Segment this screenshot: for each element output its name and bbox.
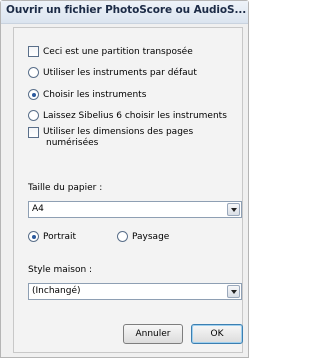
- orientation-portrait-label: Portrait: [43, 232, 77, 242]
- scanned-dimensions-checkbox[interactable]: [28, 127, 39, 138]
- transposed-score-checkbox[interactable]: [28, 46, 39, 57]
- title-bar[interactable]: Ouvrir un fichier PhotoScore ou AudioS..…: [1, 1, 248, 24]
- dialog-title: Ouvrir un fichier PhotoScore ou AudioS..…: [6, 4, 247, 16]
- instrument-default-option[interactable]: Utiliser les instruments par défaut: [28, 67, 197, 79]
- house-style-label: Style maison :: [28, 265, 93, 275]
- orientation-landscape-label: Paysage: [132, 232, 170, 242]
- instrument-default-radio[interactable]: [28, 67, 39, 78]
- instrument-choose-radio[interactable]: [28, 89, 39, 100]
- scanned-dimensions-label: Utiliser les dimensions des pages numéri…: [43, 127, 193, 149]
- cancel-button[interactable]: Annuler: [123, 324, 183, 344]
- orientation-landscape-radio[interactable]: [117, 231, 128, 242]
- paper-size-value: A4: [32, 204, 44, 214]
- paper-size-select[interactable]: A4: [28, 201, 242, 218]
- instrument-default-label: Utiliser les instruments par défaut: [43, 68, 197, 78]
- instrument-choose-label: Choisir les instruments: [43, 90, 147, 100]
- orientation-landscape-option[interactable]: Paysage: [117, 231, 169, 243]
- house-style-select[interactable]: (Inchangé): [28, 283, 242, 300]
- open-photoscore-dialog: Ouvrir un fichier PhotoScore ou AudioS..…: [0, 0, 249, 358]
- scanned-dimensions-label-line2: numérisées: [46, 138, 99, 148]
- house-style-value: (Inchangé): [32, 286, 81, 296]
- instrument-sibelius-label: Laissez Sibelius 6 choisir les instrumen…: [43, 111, 227, 121]
- chevron-down-icon[interactable]: [227, 203, 240, 216]
- ok-button[interactable]: OK: [191, 324, 243, 344]
- scanned-dimensions-label-line1: Utiliser les dimensions des pages: [43, 127, 194, 137]
- instrument-sibelius-option[interactable]: Laissez Sibelius 6 choisir les instrumen…: [28, 110, 227, 122]
- scanned-dimensions-option[interactable]: Utiliser les dimensions des pages numéri…: [28, 127, 193, 149]
- chevron-down-icon[interactable]: [227, 285, 240, 298]
- orientation-portrait-radio[interactable]: [28, 231, 39, 242]
- paper-size-label: Taille du papier :: [28, 183, 103, 193]
- transposed-score-option[interactable]: Ceci est une partition transposée: [28, 46, 193, 58]
- orientation-portrait-option[interactable]: Portrait: [28, 231, 76, 243]
- transposed-score-label: Ceci est une partition transposée: [43, 47, 193, 57]
- instrument-choose-option[interactable]: Choisir les instruments: [28, 89, 146, 101]
- instrument-sibelius-radio[interactable]: [28, 110, 39, 121]
